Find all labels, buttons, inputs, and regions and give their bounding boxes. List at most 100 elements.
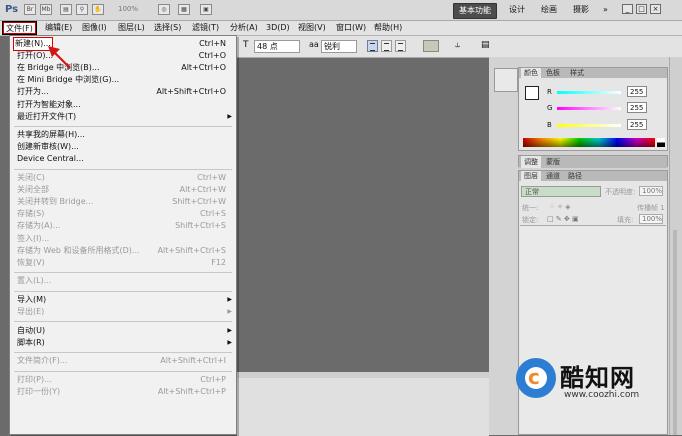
red-value[interactable]: 255 <box>627 86 647 97</box>
photoshop-logo: Ps <box>5 4 19 15</box>
more-workspaces-button[interactable]: » <box>598 3 613 17</box>
zoom-level[interactable]: 100% <box>118 5 138 13</box>
submenu-arrow-icon: ▶ <box>227 326 232 334</box>
antialias-select[interactable]: 锐利 <box>321 40 357 53</box>
bridge-icon[interactable]: Br <box>24 4 36 15</box>
blue-value[interactable]: 255 <box>627 119 647 130</box>
tab-color[interactable]: 颜色 <box>521 68 541 78</box>
file-menu-item[interactable]: Device Central... <box>10 153 236 165</box>
red-slider[interactable] <box>557 91 621 94</box>
menu-3d[interactable]: 3D(D) <box>264 22 292 34</box>
menu-filter[interactable]: 滤镜(T) <box>190 22 221 34</box>
file-menu-item: 导出(E) ▶ <box>10 306 236 318</box>
warp-text-icon[interactable]: ⥿ <box>455 40 460 50</box>
font-size-field[interactable]: 48 点 <box>254 40 300 53</box>
menu-help[interactable]: 帮助(H) <box>372 22 404 34</box>
propagate-frame-checkbox[interactable]: 传播帧 1 <box>637 203 665 213</box>
menu-separator <box>14 290 232 292</box>
menu-item-shortcut: Alt+Shift+Ctrl+P <box>157 387 226 396</box>
menu-separator <box>14 272 232 274</box>
arrange-documents-icon[interactable]: ▦ <box>178 4 190 15</box>
green-slider[interactable] <box>557 107 621 110</box>
align-left-button[interactable] <box>367 40 378 52</box>
color-panel-tabs: 颜色 色板 样式 <box>519 68 667 78</box>
color-ramp[interactable] <box>523 138 655 147</box>
menu-item-label: 文件简介(F)... <box>17 356 68 366</box>
menu-item-shortcut: Alt+Shift+Ctrl+O <box>156 87 226 97</box>
menu-item-label: 存储为(A)... <box>17 221 61 231</box>
tab-channels[interactable]: 通道 <box>543 171 563 181</box>
align-center-button[interactable] <box>381 40 392 52</box>
menu-item-shortcut: Ctrl+W <box>197 173 226 182</box>
menu-edit[interactable]: 编辑(E) <box>43 22 74 34</box>
menu-file[interactable]: 文件(F) <box>2 21 37 35</box>
align-right-button[interactable] <box>395 40 406 52</box>
screen-mode-icon[interactable]: ▣ <box>200 4 212 15</box>
menu-item-label: 导出(E) <box>17 307 45 316</box>
file-menu-item[interactable]: 导入(M) ▶ <box>10 294 236 306</box>
green-label: G <box>547 104 553 112</box>
tab-masks[interactable]: 蒙版 <box>543 156 563 168</box>
workspace-painting[interactable]: 绘画 <box>536 3 562 17</box>
tab-styles[interactable]: 样式 <box>567 68 587 78</box>
submenu-arrow-icon: ▶ <box>227 308 232 315</box>
history-panel-icon[interactable] <box>494 68 518 92</box>
hand-tool-icon[interactable]: ✋ <box>92 4 104 15</box>
blue-slider[interactable] <box>557 124 621 127</box>
character-panel-icon[interactable]: ▤ <box>481 40 490 50</box>
unify-label: 统一: <box>522 204 539 212</box>
file-menu-item[interactable]: 脚本(R) ▶ <box>10 337 236 349</box>
workspace-essentials[interactable]: 基本功能 <box>453 3 497 19</box>
file-menu-item[interactable]: 最近打开文件(T) ▶ <box>10 111 236 123</box>
minimize-button[interactable]: _ <box>622 4 633 14</box>
close-button[interactable]: × <box>650 4 661 14</box>
submenu-arrow-icon: ▶ <box>227 295 232 303</box>
tab-paths[interactable]: 路径 <box>565 171 585 181</box>
file-menu-item[interactable]: 打开为... Alt+Shift+Ctrl+O <box>10 86 236 98</box>
blend-mode-select[interactable]: 正常 <box>521 186 601 197</box>
tab-layers[interactable]: 图层 <box>521 171 541 181</box>
rotate-view-icon[interactable]: ◎ <box>158 4 170 15</box>
menu-item-shortcut: F12 <box>211 257 226 267</box>
unify-icons[interactable]: ⁘ ✧ ◈ <box>549 203 571 211</box>
menu-select[interactable]: 选择(S) <box>152 22 183 34</box>
menu-window[interactable]: 窗口(W) <box>334 22 368 34</box>
menu-item-label: 脚本(R) <box>17 337 45 347</box>
opacity-field[interactable]: 100% <box>639 186 663 196</box>
menu-item-label: 关闭全部 <box>17 185 49 195</box>
menu-item-label: 置入(L)... <box>17 276 52 286</box>
workspace-photography[interactable]: 摄影 <box>568 3 594 17</box>
workspace-design[interactable]: 设计 <box>504 3 530 17</box>
tab-swatches[interactable]: 色板 <box>543 68 563 78</box>
mini-bridge-icon[interactable]: Mb <box>40 4 52 15</box>
tab-adjustments[interactable]: 调整 <box>521 156 541 168</box>
animation-panel <box>237 372 489 436</box>
menu-item-shortcut: Alt+Shift+Ctrl+S <box>157 245 226 255</box>
fill-field[interactable]: 100% <box>639 214 663 224</box>
menu-item-label: 存储为 Web 和设备所用格式(D)... <box>17 245 140 255</box>
text-color-swatch[interactable] <box>423 40 439 52</box>
menu-view[interactable]: 视图(V) <box>296 22 328 34</box>
green-value[interactable]: 255 <box>627 102 647 113</box>
file-menu-item: 置入(L)... <box>10 275 236 287</box>
foreground-color[interactable] <box>525 86 539 100</box>
lock-icons[interactable]: □ ✎ ✥ ▣ <box>547 215 579 223</box>
file-menu-item[interactable]: 共享我的屏幕(H)... <box>10 129 236 141</box>
menu-analysis[interactable]: 分析(A) <box>228 22 260 34</box>
file-menu-item[interactable]: 创建新审核(W)... <box>10 141 236 153</box>
extras-icon[interactable]: ▤ <box>60 4 72 15</box>
file-menu-item[interactable]: 打开为智能对象... <box>10 99 236 111</box>
black-white-ramp[interactable] <box>657 138 665 147</box>
file-menu-item[interactable]: 自动(U) ▶ <box>10 325 236 337</box>
menu-image[interactable]: 图像(I) <box>80 22 109 34</box>
menu-separator <box>14 321 232 323</box>
blue-label: B <box>547 121 552 129</box>
zoom-tool-icon[interactable]: ⚲ <box>76 4 88 15</box>
file-menu-item: 恢复(V) F12 <box>10 257 236 269</box>
file-menu-item: 文件简介(F)... Alt+Shift+Ctrl+I <box>10 355 236 367</box>
maximize-button[interactable]: □ <box>636 4 647 14</box>
menu-separator <box>14 352 232 354</box>
menu-layer[interactable]: 图层(L) <box>116 22 147 34</box>
panel-scroll-thumb[interactable] <box>673 230 677 435</box>
menu-item-label: 最近打开文件(T) <box>17 111 77 121</box>
